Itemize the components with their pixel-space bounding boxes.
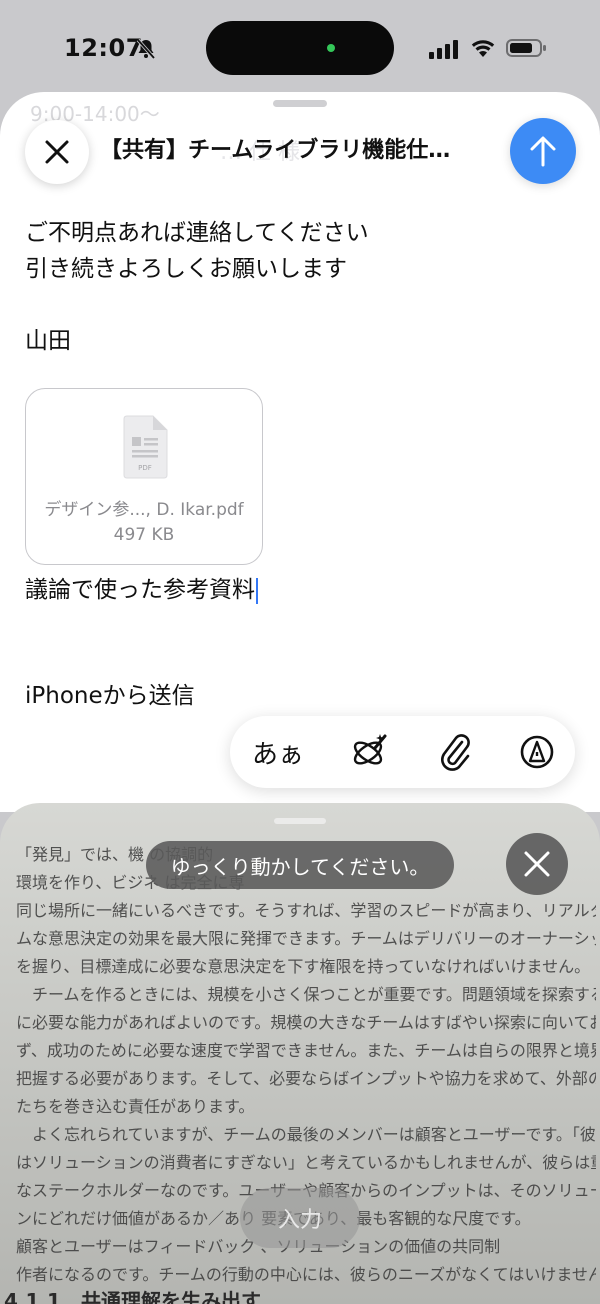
camera-preview-line: たちを巻き込む責任があります。 (16, 1097, 255, 1116)
camera-preview-line: ムな意思決定の効果を最大限に発揮できます。チームはデリバリーのオーナーシップ (16, 929, 596, 948)
camera-preview-line: チームを作るときには、規模を小さく保つことが重要です。問題領域を探索するの (16, 985, 596, 1004)
attach-file-button[interactable] (428, 716, 482, 788)
send-button[interactable] (510, 118, 576, 184)
scan-hint-toast: ゆっくり動かしてください。 (146, 841, 454, 889)
wifi-icon (471, 40, 495, 57)
camera-preview-line: 作者になるのです。チームの行動の中心には、彼らのニーズがなくてはいけません。 (16, 1265, 596, 1284)
scanner-grabber[interactable] (274, 818, 326, 824)
text-format-label: あぁ (251, 739, 304, 770)
bell-slash-icon (136, 38, 156, 60)
insert-text-button[interactable]: 入力 (240, 1188, 360, 1248)
compose-toolbar: あぁ (230, 716, 575, 788)
status-time: 12:07 (64, 34, 143, 62)
paperclip-icon (441, 734, 470, 771)
attachment-size: 497 KB (113, 525, 175, 545)
markup-button[interactable] (510, 716, 564, 788)
camera-preview-line: よく忘れられていますが、チームの最後のメンバーは顧客とユーザーです。「彼ら (16, 1125, 596, 1144)
arrow-up-icon (530, 136, 556, 167)
sheet-grabber[interactable] (273, 100, 327, 107)
text-scanner-view: 「発見」では、機 の協調的 環境を作り、ビジネ は完全に専 同じ場所に一緒にいるべき… (0, 803, 600, 1304)
markup-pen-icon (520, 735, 554, 769)
email-signature[interactable]: iPhoneから送信 (25, 676, 195, 710)
body-line[interactable]: ご不明点あれば連絡してください (25, 213, 369, 247)
writing-tools-button[interactable] (342, 716, 396, 788)
attachment-caption-line[interactable]: 議論で使った参考資料 (25, 570, 258, 604)
writing-tools-icon (353, 734, 387, 765)
camera-preview-line: に必要な能力があればよいのです。規模の大きなチームはすばやい探索に向いておら (16, 1013, 596, 1032)
dynamic-island (206, 21, 394, 75)
status-bar: 12:07 (0, 0, 600, 92)
camera-preview-line: はソリューションの消費者にすぎない」と考えているかもしれませんが、彼らは重要 (16, 1153, 596, 1172)
email-subject[interactable]: 【共有】チームライブラリ機能仕… (100, 132, 480, 164)
camera-preview-line: ず、成功のために必要な速度で学習できません。また、チームは自らの限界と境界を (16, 1041, 596, 1060)
close-compose-button[interactable] (25, 120, 89, 184)
attachment-filename: デザイン参..., D. Ikar.pdf (44, 500, 244, 520)
battery-icon (506, 39, 546, 57)
close-icon (45, 140, 69, 164)
camera-preview-line: 同じ場所に一緒にいるべきです。そうすれば、学習のスピードが高まり、リアルタイ (16, 901, 596, 920)
body-line[interactable]: 引き続きよろしくお願いします (25, 249, 347, 283)
camera-preview-heading: 4.1.1 共通理解を生み出す (4, 1289, 261, 1304)
cellular-signal-icon (429, 40, 458, 59)
camera-indicator-dot (327, 44, 335, 52)
pdf-icon-label: PDF (138, 464, 152, 472)
pdf-file-icon: PDF (123, 415, 168, 479)
compose-sheet: 9:00-14:00〜 … 仕 様 【共有】チームライブラリ機能仕… ご不明点あ… (0, 92, 600, 812)
body-signature-name[interactable]: 山田 (25, 321, 71, 355)
text-cursor (256, 577, 258, 604)
camera-preview-line: 把握する必要があります。そして、必要ならばインプットや協力を求めて、外部の人 (16, 1069, 596, 1088)
close-icon (524, 851, 550, 877)
close-scanner-button[interactable] (506, 833, 568, 895)
attachment-caption: 議論で使った参考資料 (25, 577, 255, 603)
camera-preview-line: を握り、目標達成に必要な意思決定を下す権限を持っていなければいけません。 (16, 957, 591, 976)
text-format-button[interactable]: あぁ (248, 716, 308, 788)
pdf-attachment[interactable]: PDF デザイン参..., D. Ikar.pdf 497 KB (25, 388, 263, 565)
